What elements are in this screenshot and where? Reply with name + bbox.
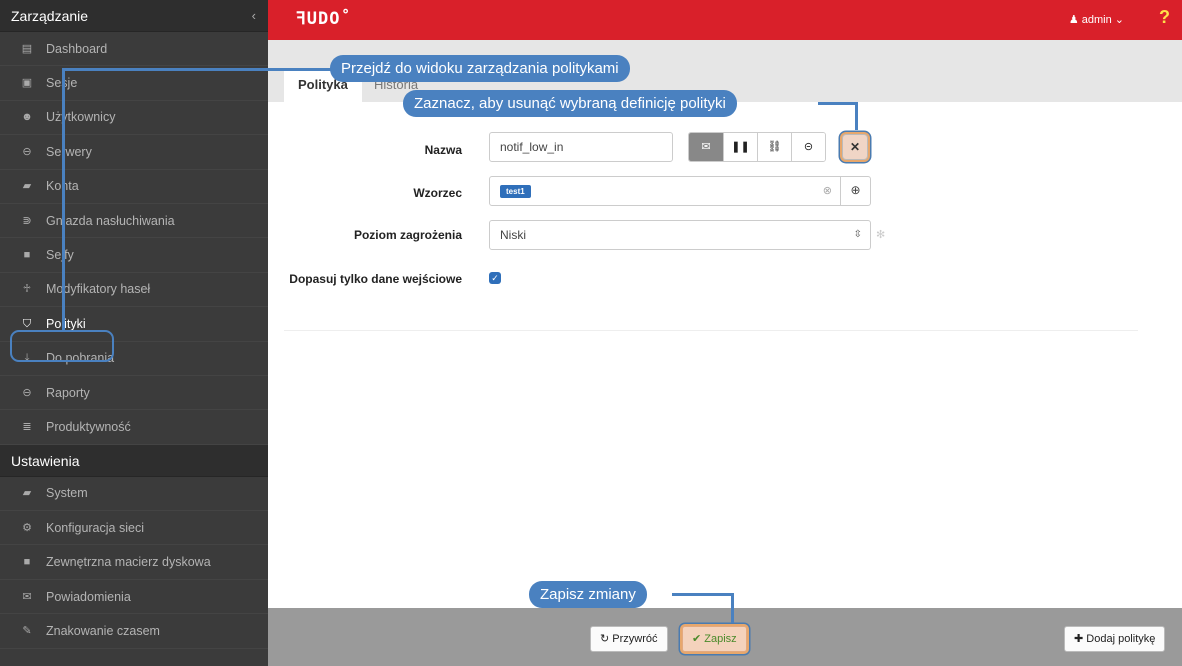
delete-connector-vertical bbox=[855, 102, 858, 130]
pattern-field[interactable]: test1 ⊗ ⊕ bbox=[489, 176, 871, 206]
input-only-label: Dopasuj tylko dane wejściowe bbox=[289, 272, 462, 286]
sidebar-item-label: Konfiguracja sieci bbox=[46, 520, 144, 535]
sidebar-item-label: Użytkownicy bbox=[46, 110, 116, 125]
section-management-title: Zarządzanie bbox=[11, 8, 89, 24]
input-only-checkbox[interactable]: ✓ bbox=[489, 272, 501, 284]
sidebar-item-label: Produktywność bbox=[46, 420, 131, 434]
policies-callout: Przejdź do widoku zarządzania politykami bbox=[330, 55, 630, 82]
reports-icon: ⊖ bbox=[22, 386, 32, 399]
password-changers-icon: ♱ bbox=[22, 283, 32, 296]
sidebar-item-label: Sejfy bbox=[46, 248, 74, 263]
risk-level-label: Poziom zagrożenia bbox=[353, 228, 462, 242]
sidebar-item-label: Serwery bbox=[46, 144, 92, 159]
sessions-icon: ▣ bbox=[21, 77, 33, 90]
sidebar-item-label: Zewnętrzna macierz dyskowa bbox=[46, 555, 211, 570]
save-connector-vertical bbox=[731, 593, 734, 623]
section-settings-title: Ustawienia bbox=[11, 452, 80, 469]
fudo-logo: ꟻUDO˚ bbox=[296, 9, 352, 29]
sidebar-item-label: Znakowanie czasem bbox=[46, 623, 160, 638]
search-icon[interactable]: ⊕ bbox=[840, 176, 870, 206]
sidebar-item-system[interactable]: ▰ System bbox=[0, 477, 268, 512]
name-field[interactable]: notif_low_in bbox=[489, 132, 673, 162]
sidebar-item-accounts[interactable]: ▰Konta bbox=[0, 170, 268, 204]
save-connector-horizontal bbox=[672, 593, 734, 596]
risk-level-select[interactable]: Niski ⇳ bbox=[489, 220, 871, 250]
action-button-group: ✉ ❚❚ ⛓ ⊝ bbox=[688, 132, 826, 162]
sidebar-item-password-changers[interactable]: ♱ Modyfikatory haseł bbox=[0, 273, 268, 308]
sidebar-item-label: Raporty bbox=[46, 385, 90, 400]
form-divider bbox=[284, 330, 1138, 331]
revert-button[interactable]: ↻ Przywróć bbox=[590, 626, 668, 652]
collapse-sidebar-icon[interactable]: ‹ bbox=[252, 0, 256, 32]
sidebar-item-servers[interactable]: ⊖ Serwery bbox=[0, 135, 268, 170]
sidebar-item-network[interactable]: ⚙ Konfiguracja sieci bbox=[0, 511, 268, 546]
servers-icon: ⊖ bbox=[22, 145, 32, 158]
listeners-icon: ⋑ bbox=[22, 214, 32, 227]
policies-connector-vertical bbox=[62, 68, 65, 330]
delete-callout: Zaznacz, aby usunąć wybraną definicję po… bbox=[403, 90, 737, 117]
sidebar-item-reports[interactable]: ⊖ Raporty bbox=[0, 376, 268, 411]
policies-highlight bbox=[10, 330, 114, 362]
pause-action-icon[interactable]: ❚❚ bbox=[723, 133, 757, 161]
storage-icon: ■ bbox=[23, 556, 31, 569]
sidebar-item-storage[interactable]: ■ Zewnętrzna macierz dyskowa bbox=[0, 545, 268, 580]
top-bar: ꟻUDO˚ ♟ admin ⌄ ? bbox=[268, 0, 1182, 40]
section-management: Zarządzanie ‹ bbox=[0, 0, 268, 32]
name-label: Nazwa bbox=[424, 143, 462, 157]
risk-level-value: Niski bbox=[500, 228, 526, 242]
sidebar-item-productivity[interactable]: ≣ Produktywność bbox=[0, 410, 268, 445]
safes-icon: ■ bbox=[23, 249, 31, 262]
gear-icon: ✻ bbox=[876, 229, 886, 241]
sidebar-item-sessions[interactable]: ▣Sesje bbox=[0, 66, 268, 101]
sidebar-item-timestamp[interactable]: ✎ Znakowanie czasem bbox=[0, 614, 268, 649]
help-icon[interactable]: ? bbox=[1159, 7, 1170, 28]
network-icon: ⚙ bbox=[22, 521, 32, 534]
user-menu[interactable]: ♟ admin ⌄ bbox=[1069, 13, 1124, 26]
pattern-label: Wzorzec bbox=[413, 186, 462, 200]
users-icon: ☻ bbox=[21, 111, 33, 124]
sidebar-item-listeners[interactable]: ⋑ Gniazda nasłuchiwania bbox=[0, 204, 268, 239]
sidebar-item-label: Powiadomienia bbox=[46, 589, 131, 604]
sidebar-item-label: Gniazda nasłuchiwania bbox=[46, 213, 175, 228]
policies-connector-horizontal bbox=[62, 68, 332, 71]
sidebar-item-dashboard[interactable]: ▤ Dashboard bbox=[0, 32, 268, 67]
sidebar-item-notifications[interactable]: ✉ Powiadomienia bbox=[0, 580, 268, 615]
timestamp-icon: ✎ bbox=[22, 624, 32, 637]
sidebar-item-safes[interactable]: ■ Sejfy bbox=[0, 238, 268, 273]
save-button[interactable]: ✔ Zapisz bbox=[682, 626, 747, 652]
add-policy-button[interactable]: ✚ Dodaj politykę bbox=[1064, 626, 1166, 652]
clear-icon[interactable]: ⊗ bbox=[823, 177, 832, 205]
delete-connector-horizontal bbox=[818, 102, 858, 105]
dashboard-icon: ▤ bbox=[21, 42, 33, 55]
save-callout: Zapisz zmiany bbox=[529, 581, 647, 608]
notify-action-icon[interactable]: ✉ bbox=[689, 133, 723, 161]
footer-bar: ↻ Przywróć ✔ Zapisz ✚ Dodaj politykę bbox=[268, 608, 1182, 666]
system-icon: ▰ bbox=[22, 487, 32, 500]
delete-policy-button[interactable]: ✕ bbox=[842, 134, 868, 160]
accounts-icon: ▰ bbox=[22, 180, 32, 193]
pattern-tag[interactable]: test1 bbox=[500, 185, 531, 199]
section-settings: Ustawienia bbox=[0, 444, 268, 477]
sidebar-item-label: Dashboard bbox=[46, 41, 108, 56]
productivity-icon: ≣ bbox=[22, 421, 32, 433]
block-action-icon[interactable]: ⊝ bbox=[791, 133, 825, 161]
disconnect-action-icon[interactable]: ⛓ bbox=[757, 133, 791, 161]
select-arrows-icon: ⇳ bbox=[853, 229, 862, 240]
notifications-icon: ✉ bbox=[22, 590, 32, 603]
sidebar-item-label: System bbox=[46, 486, 88, 501]
sidebar-item-users[interactable]: ☻ Użytkownicy bbox=[0, 101, 268, 136]
